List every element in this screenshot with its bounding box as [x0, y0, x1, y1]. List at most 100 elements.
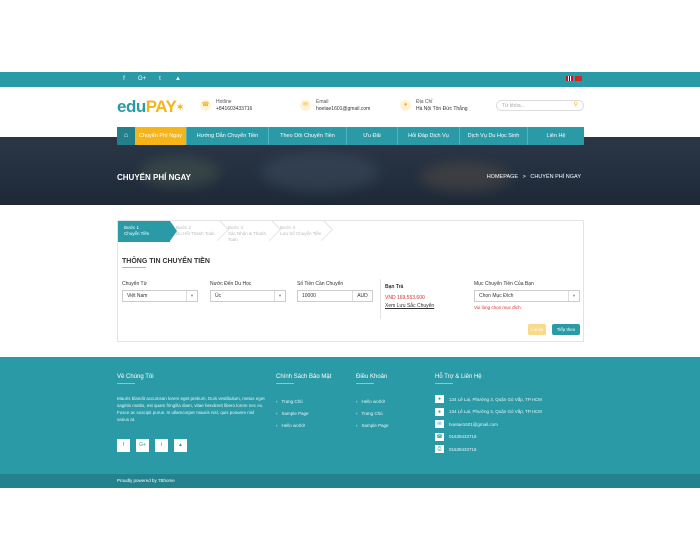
twitter-icon[interactable]: t — [156, 75, 164, 84]
transfer-form-panel: Bước 1 Chuyển Tiền Bước 2 Du Hồi Thanh T… — [117, 220, 584, 342]
footer-terms-underline — [356, 383, 374, 384]
footer-policy-underline — [276, 383, 294, 384]
footer-about-underline — [117, 383, 135, 384]
currency-label: AUD — [352, 291, 372, 301]
you-pay-amount: VND 169.553.600 — [385, 295, 425, 301]
copyright-text: Proudly powered by 7Bhome — [117, 478, 175, 483]
breadcrumb-home-link[interactable]: HOMEPAGE — [487, 174, 518, 180]
youtube-icon[interactable]: ▲ — [174, 439, 187, 452]
chevron-right-icon: › — [276, 423, 278, 428]
mail-icon: ✉ — [300, 100, 311, 111]
site-header: eduPAY✶ ☎ Hotline +841603433716 ✉ Email … — [0, 87, 700, 127]
nav-item-theo-doi[interactable]: Theo Dõi Chuyển Tiền — [269, 127, 347, 145]
phone-icon: ☎ — [200, 100, 211, 111]
vietnam-flag-icon[interactable] — [575, 76, 582, 81]
google-plus-icon[interactable]: G+ — [138, 75, 146, 84]
chevron-right-icon: › — [356, 399, 358, 404]
breadcrumb: HOMEPAGE > CHUYỂN PHÍ NGAY — [486, 174, 581, 180]
destination-country-label: Nước Đến Du Học — [210, 281, 252, 287]
location-pin-icon: ● — [400, 100, 411, 111]
amount-input[interactable]: 10000 AUD — [297, 290, 373, 302]
location-pin-icon: ● — [435, 395, 444, 403]
search-input[interactable]: Từ khóa... ⚲ — [496, 100, 584, 111]
footer-terms-list: › Hello world! › Trang Chủ › Sample Page — [356, 396, 389, 432]
you-pay-label: Bạn Trả — [385, 284, 404, 290]
list-item[interactable]: › Sample Page — [276, 408, 309, 420]
list-item[interactable]: › Hello world! — [276, 420, 309, 432]
section-underline — [122, 267, 146, 268]
chevron-right-icon: › — [356, 411, 358, 416]
hotline-contact: ☎ Hotline +841603433716 — [200, 99, 253, 112]
destination-country-select[interactable]: Úc ▼ — [210, 290, 286, 302]
purpose-error-message: Vui lòng chọn mục đích. — [474, 305, 522, 310]
footer-about-title: Về Chúng Tôi — [117, 374, 154, 380]
edupay-logo[interactable]: eduPAY✶ — [117, 98, 184, 116]
list-item[interactable]: ☎ 01639433716 — [435, 432, 542, 441]
footer-support-list: ● 134 Lê Lai, Phường 3, Quận Gò Vấp, TP.H… — [435, 395, 542, 458]
back-button[interactable]: Lùi lại — [528, 324, 546, 335]
step-4[interactable]: Bước 4 Lưu Số Chuyển Tiền — [274, 221, 326, 242]
email-contact: ✉ Email hoetae1601@gmail.com — [300, 99, 370, 113]
fax-icon: ⎙ — [435, 445, 444, 453]
step-2[interactable]: Bước 2 Du Hồi Thanh Toán — [170, 221, 222, 242]
chevron-down-icon: ▼ — [568, 291, 579, 301]
youtube-icon[interactable]: ▲ — [174, 75, 182, 84]
list-item[interactable]: › Trang Chủ — [276, 396, 309, 408]
main-nav: ⌂ Chuyển Phí Ngay Hướng Dẫn Chuyển Tiền … — [117, 127, 584, 145]
footer-social-links: f G+ t ▲ — [117, 439, 187, 452]
sun-icon: ✶ — [176, 102, 184, 112]
step-wizard: Bước 1 Chuyển Tiền Bước 2 Du Hồi Thanh T… — [118, 221, 326, 242]
chevron-right-icon: › — [276, 399, 278, 404]
next-button[interactable]: Tiếp theo — [552, 324, 580, 335]
phone-icon: ☎ — [435, 432, 444, 441]
nav-item-chuyen-phi-ngay[interactable]: Chuyển Phí Ngay — [135, 127, 187, 145]
nav-item-huong-dan[interactable]: Hướng Dẫn Chuyển Tiền — [187, 127, 269, 145]
address-contact: ● Địa Chỉ Hà Nội Tôn Đức Thắng — [400, 99, 468, 113]
top-social-links: f G+ t ▲ — [120, 75, 182, 84]
footer-policy-list: › Trang Chủ › Sample Page › Hello world! — [276, 396, 309, 432]
twitter-icon[interactable]: t — [155, 439, 168, 452]
footer-support-underline — [435, 383, 453, 384]
nav-item-uu-dai[interactable]: Ưu Đãi — [347, 127, 398, 145]
divider — [380, 279, 381, 319]
list-item[interactable]: › Hello world! — [356, 396, 389, 408]
search-icon[interactable]: ⚲ — [574, 101, 578, 110]
nav-item-lien-he[interactable]: Liên Hệ — [528, 127, 584, 145]
chevron-down-icon: ▼ — [274, 291, 285, 301]
nav-item-hoi-dap[interactable]: Hỏi Đáp Dịch Vụ — [398, 127, 460, 145]
copyright-bar: Proudly powered by 7Bhome — [0, 474, 700, 488]
list-item[interactable]: › Trang Chủ — [356, 408, 389, 420]
home-icon[interactable]: ⌂ — [117, 127, 135, 145]
chevron-right-icon: › — [276, 411, 278, 416]
from-country-label: Chuyển Từ — [122, 281, 147, 287]
english-flag-icon[interactable] — [566, 76, 573, 81]
site-footer: Về Chúng Tôi Mauris blandit accumsan lor… — [0, 357, 700, 474]
list-item[interactable]: › Sample Page — [356, 420, 389, 432]
footer-policy-title: Chính Sách Bảo Mật — [276, 374, 332, 380]
from-country-select[interactable]: Việt Nam ▼ — [122, 290, 198, 302]
breadcrumb-current: CHUYỂN PHÍ NGAY — [530, 174, 581, 180]
footer-terms-title: Điều Khoản — [356, 374, 388, 380]
list-item: ● 134 Lê Lai, Phường 3, Quận Gò Vấp, TP.H… — [435, 395, 542, 403]
page-hero-banner: CHUYỂN PHÍ NGAY HOMEPAGE > CHUYỂN PHÍ NG… — [0, 137, 700, 205]
list-item[interactable]: ✉ hoetae1601@gmail.com — [435, 420, 542, 428]
purpose-select[interactable]: Chọn Mục Đích ▼ — [474, 290, 580, 302]
footer-about-text: Mauris blandit accumsan lorem eget preti… — [117, 396, 265, 422]
footer-support-title: Hỗ Trợ & Liên Hệ — [435, 374, 482, 380]
section-title: THÔNG TIN CHUYỂN TIỀN — [122, 258, 210, 265]
facebook-icon[interactable]: f — [117, 439, 130, 452]
amount-label: Số Tiền Cần Chuyển — [297, 281, 344, 287]
chevron-right-icon: › — [356, 423, 358, 428]
location-pin-icon: ● — [435, 407, 444, 416]
nav-item-du-hoc-sinh[interactable]: Dịch Vụ Du Học Sinh — [460, 127, 528, 145]
step-3[interactable]: Bước 3 Xác Nhận & Thanh Toán — [222, 221, 274, 242]
google-plus-icon[interactable]: G+ — [136, 439, 149, 452]
step-1[interactable]: Bước 1 Chuyển Tiền — [118, 221, 177, 242]
view-fee-link[interactable]: Xem Lưu Sắc Chuyển — [385, 303, 434, 309]
facebook-icon[interactable]: f — [120, 75, 128, 84]
list-item[interactable]: ⎙ 01639433716 — [435, 445, 542, 453]
chevron-down-icon: ▼ — [186, 291, 197, 301]
page-title: CHUYỂN PHÍ NGAY — [117, 173, 191, 182]
mail-icon: ✉ — [435, 420, 444, 428]
list-item: ● 134 Lê Lai, Phường 3, Quận Gò Vấp, TP.H… — [435, 407, 542, 416]
